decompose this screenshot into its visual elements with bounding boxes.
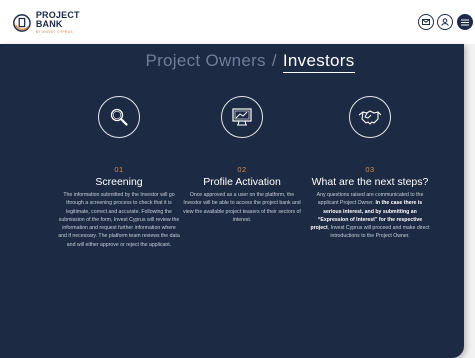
user-icon xyxy=(441,18,449,26)
step-description: The information submitted by the Investo… xyxy=(58,192,180,248)
step-next-steps: 03 What are the next steps? Any question… xyxy=(305,96,435,241)
user-button[interactable] xyxy=(437,14,453,30)
investor-steps-panel: Project Owners / Investors 01 Screening Th… xyxy=(0,44,464,358)
step-title: Profile Activation xyxy=(203,176,281,188)
page: PROJECT BANK BY INVEST CYPRUS Project Ow… xyxy=(0,0,475,358)
step-number: 02 xyxy=(237,165,247,174)
step-description-part2: , Invest Cyprus will proceed and make di… xyxy=(327,225,430,240)
magnifier-icon xyxy=(110,108,128,126)
menu-icon xyxy=(461,19,469,25)
step-number: 01 xyxy=(114,165,124,174)
header: PROJECT BANK BY INVEST CYPRUS xyxy=(0,0,475,44)
step-icon-circle xyxy=(98,96,140,138)
monitor-chart-icon xyxy=(232,108,252,126)
step-number: 03 xyxy=(365,165,375,174)
handshake-icon xyxy=(358,110,382,125)
logo-subtitle: BY INVEST CYPRUS xyxy=(35,30,73,35)
menu-button[interactable] xyxy=(457,14,473,30)
step-title: Screening xyxy=(95,176,143,188)
step-description: Any questions raised are communicated to… xyxy=(305,191,435,241)
logo[interactable]: PROJECT BANK BY INVEST CYPRUS xyxy=(12,10,102,35)
step-title: What are the next steps? xyxy=(311,176,429,188)
step-profile-activation: 02 Profile Activation Once approved as a… xyxy=(177,96,307,224)
logo-mark-icon xyxy=(13,14,31,32)
step-description: Once approved as a user on the platform,… xyxy=(183,192,301,223)
step-icon-circle xyxy=(349,96,391,138)
logo-title: PROJECT BANK xyxy=(35,10,80,30)
tab-project-owners[interactable]: Project Owners xyxy=(145,51,265,70)
tab-investors[interactable]: Investors xyxy=(283,51,355,70)
step-screening: 01 Screening The information submitted b… xyxy=(54,96,184,249)
mail-button[interactable] xyxy=(418,14,434,30)
audience-tabs: Project Owners / Investors xyxy=(0,51,475,71)
mail-icon xyxy=(422,19,430,25)
tab-separator: / xyxy=(271,51,277,70)
step-icon-circle xyxy=(221,96,263,138)
